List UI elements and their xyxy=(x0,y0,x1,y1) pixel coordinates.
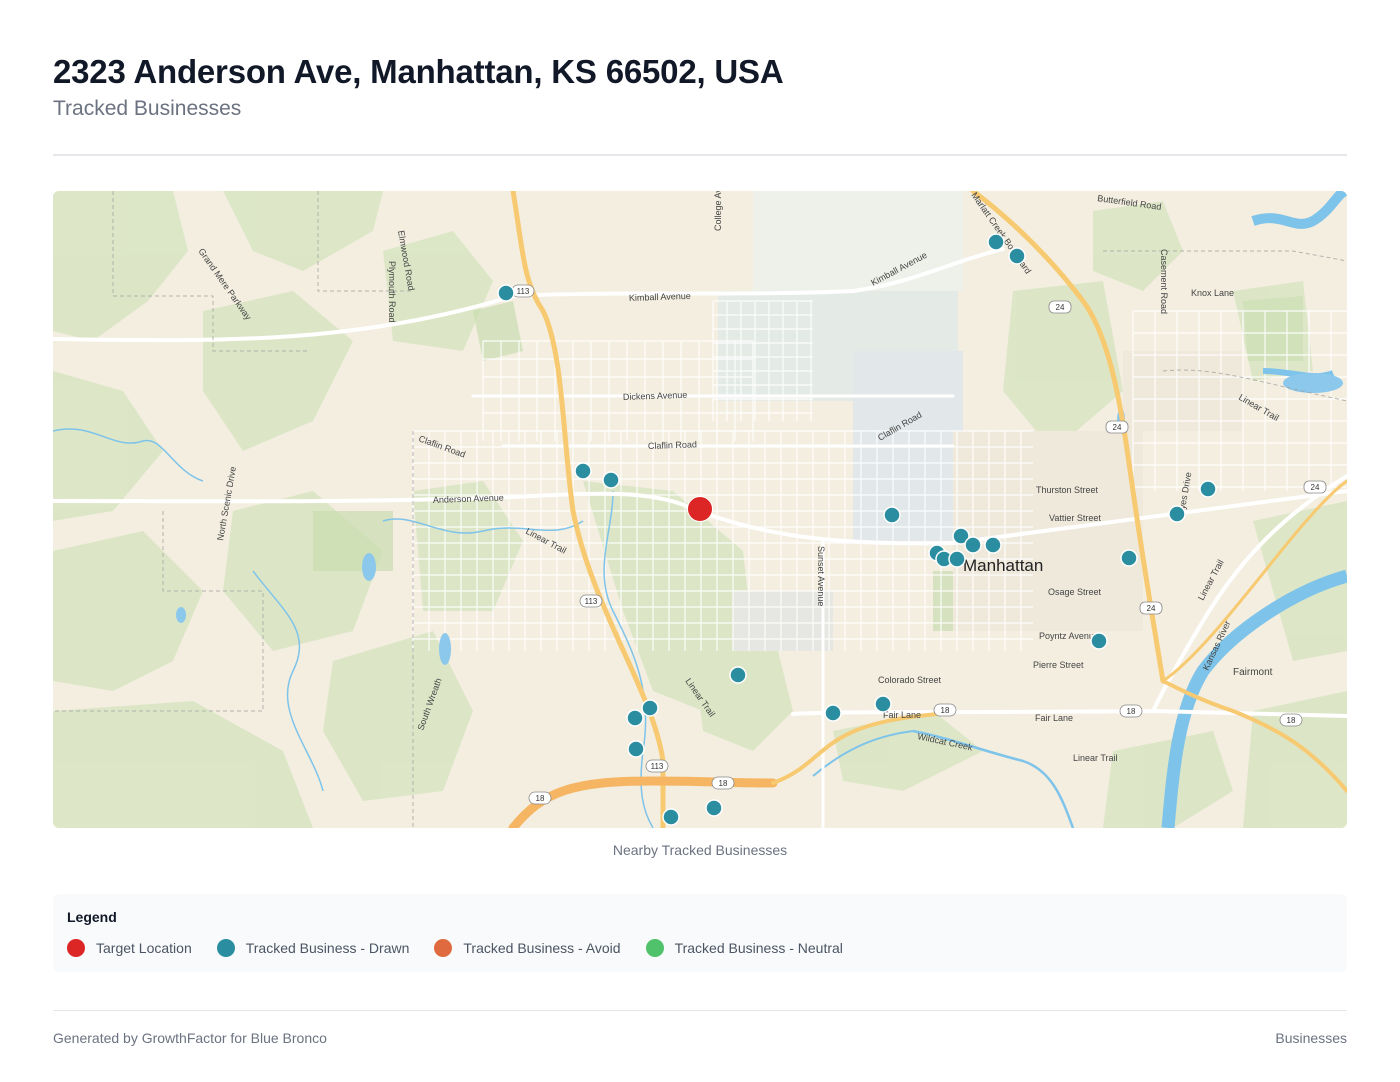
svg-text:18: 18 xyxy=(941,706,950,715)
map-caption: Nearby Tracked Businesses xyxy=(612,842,788,858)
footer-divider xyxy=(53,1010,1347,1011)
street-label: Pierre Street xyxy=(1033,660,1084,670)
tracked-business-marker[interactable] xyxy=(641,699,659,717)
legend-panel: Legend Target Location Tracked Business … xyxy=(53,894,1347,972)
legend-item-drawn: Tracked Business - Drawn xyxy=(216,939,410,957)
tracked-business-marker[interactable] xyxy=(1090,632,1108,650)
street-label: Fair Lane xyxy=(883,710,921,720)
tracked-business-marker[interactable] xyxy=(948,550,966,568)
town-label: Fairmont xyxy=(1233,667,1273,678)
tracked-business-marker[interactable] xyxy=(602,471,620,489)
legend-swatch-avoid xyxy=(434,939,453,957)
street-label: Knox Lane xyxy=(1191,288,1234,298)
footer-credit: Generated by GrowthFactor for Blue Bronc… xyxy=(53,1030,327,1046)
svg-text:24: 24 xyxy=(1056,303,1065,312)
route-shield: 18 xyxy=(528,791,552,805)
tracked-business-marker[interactable] xyxy=(662,808,680,826)
tracked-business-marker[interactable] xyxy=(705,799,723,817)
legend-swatch-target xyxy=(67,939,85,957)
tracked-business-marker[interactable] xyxy=(1168,505,1186,523)
legend-label-drawn: Tracked Business - Drawn xyxy=(245,940,410,956)
svg-text:18: 18 xyxy=(1127,707,1136,716)
svg-text:18: 18 xyxy=(719,779,728,788)
target-location-marker[interactable] xyxy=(687,496,713,522)
legend-item-target: Target Location xyxy=(67,939,192,957)
street-label: Linear Trail xyxy=(1073,753,1118,763)
tracked-business-marker[interactable] xyxy=(1120,549,1138,567)
route-shield: 113 xyxy=(511,284,535,298)
header-divider xyxy=(53,154,1347,156)
street-label: Claflin Road xyxy=(648,439,697,451)
route-shield: 18 xyxy=(1119,704,1143,718)
svg-text:113: 113 xyxy=(517,287,530,296)
tracked-business-marker[interactable] xyxy=(497,284,515,302)
map-canvas[interactable]: Kimball AvenueKimball AvenueDickens Aven… xyxy=(53,191,1347,828)
report-header: 2323 Anderson Ave, Manhattan, KS 66502, … xyxy=(53,52,1347,124)
legend-swatch-drawn xyxy=(216,939,235,957)
legend-item-neutral: Tracked Business - Neutral xyxy=(645,939,843,957)
legend-label-target: Target Location xyxy=(96,940,192,956)
svg-text:113: 113 xyxy=(585,597,598,606)
svg-text:18: 18 xyxy=(536,794,545,803)
tracked-business-marker[interactable] xyxy=(574,462,592,480)
street-label: Sunset Avenue xyxy=(816,546,826,606)
tracked-business-marker[interactable] xyxy=(984,536,1002,554)
map-container[interactable]: Kimball Avenue Kimball Avenue Dickens Aven… xyxy=(53,191,1347,828)
page-subtitle: Tracked Businesses xyxy=(53,97,242,120)
legend-label-avoid: Tracked Business - Avoid xyxy=(463,940,621,956)
street-label: Poyntz Avenue xyxy=(1039,631,1099,641)
street-label: Casement Road xyxy=(1159,249,1169,314)
tracked-business-marker[interactable] xyxy=(626,709,644,727)
route-shield: 18 xyxy=(1279,713,1303,727)
legend-label-neutral: Tracked Business - Neutral xyxy=(674,940,843,956)
route-shield: 24 xyxy=(1139,601,1163,615)
legend-swatch-neutral xyxy=(645,939,664,957)
city-label: Manhattan xyxy=(963,556,1043,575)
tracked-business-marker[interactable] xyxy=(987,233,1005,251)
svg-text:18: 18 xyxy=(1287,716,1296,725)
street-label: Colorado Street xyxy=(878,675,942,685)
tracked-business-marker[interactable] xyxy=(883,506,901,524)
tracked-business-marker[interactable] xyxy=(874,695,892,713)
legend-title: Legend xyxy=(67,909,117,925)
legend-item-avoid: Tracked Business - Avoid xyxy=(434,939,621,957)
route-shield: 24 xyxy=(1105,420,1129,434)
route-shield: 113 xyxy=(645,759,669,773)
legend-items: Target Location Tracked Business - Drawn… xyxy=(67,939,1333,957)
tracked-business-marker[interactable] xyxy=(627,740,645,758)
route-shield: 24 xyxy=(1303,480,1327,494)
route-shield: 18 xyxy=(933,703,957,717)
svg-text:24: 24 xyxy=(1113,423,1122,432)
street-label: Thurston Street xyxy=(1036,485,1099,495)
street-label: Plymouth Road xyxy=(387,261,397,323)
page-title: 2323 Anderson Ave, Manhattan, KS 66502, … xyxy=(53,53,784,90)
svg-text:24: 24 xyxy=(1311,483,1320,492)
tracked-business-marker[interactable] xyxy=(824,704,842,722)
footer-section-name: Businesses xyxy=(1275,1030,1347,1046)
tracked-business-marker[interactable] xyxy=(1008,247,1026,265)
svg-text:113: 113 xyxy=(651,762,664,771)
route-shield: 18 xyxy=(711,776,735,790)
tracked-business-marker[interactable] xyxy=(964,536,982,554)
tracked-business-marker[interactable] xyxy=(1199,480,1217,498)
tracked-business-marker[interactable] xyxy=(729,666,747,684)
route-shield: 113 xyxy=(579,594,603,608)
route-shield: 24 xyxy=(1048,300,1072,314)
street-label: Vattier Street xyxy=(1049,513,1101,523)
svg-text:24: 24 xyxy=(1147,604,1156,613)
street-label: Osage Street xyxy=(1048,587,1102,597)
street-label: Fair Lane xyxy=(1035,713,1073,723)
street-label: College Avenue xyxy=(713,191,723,231)
